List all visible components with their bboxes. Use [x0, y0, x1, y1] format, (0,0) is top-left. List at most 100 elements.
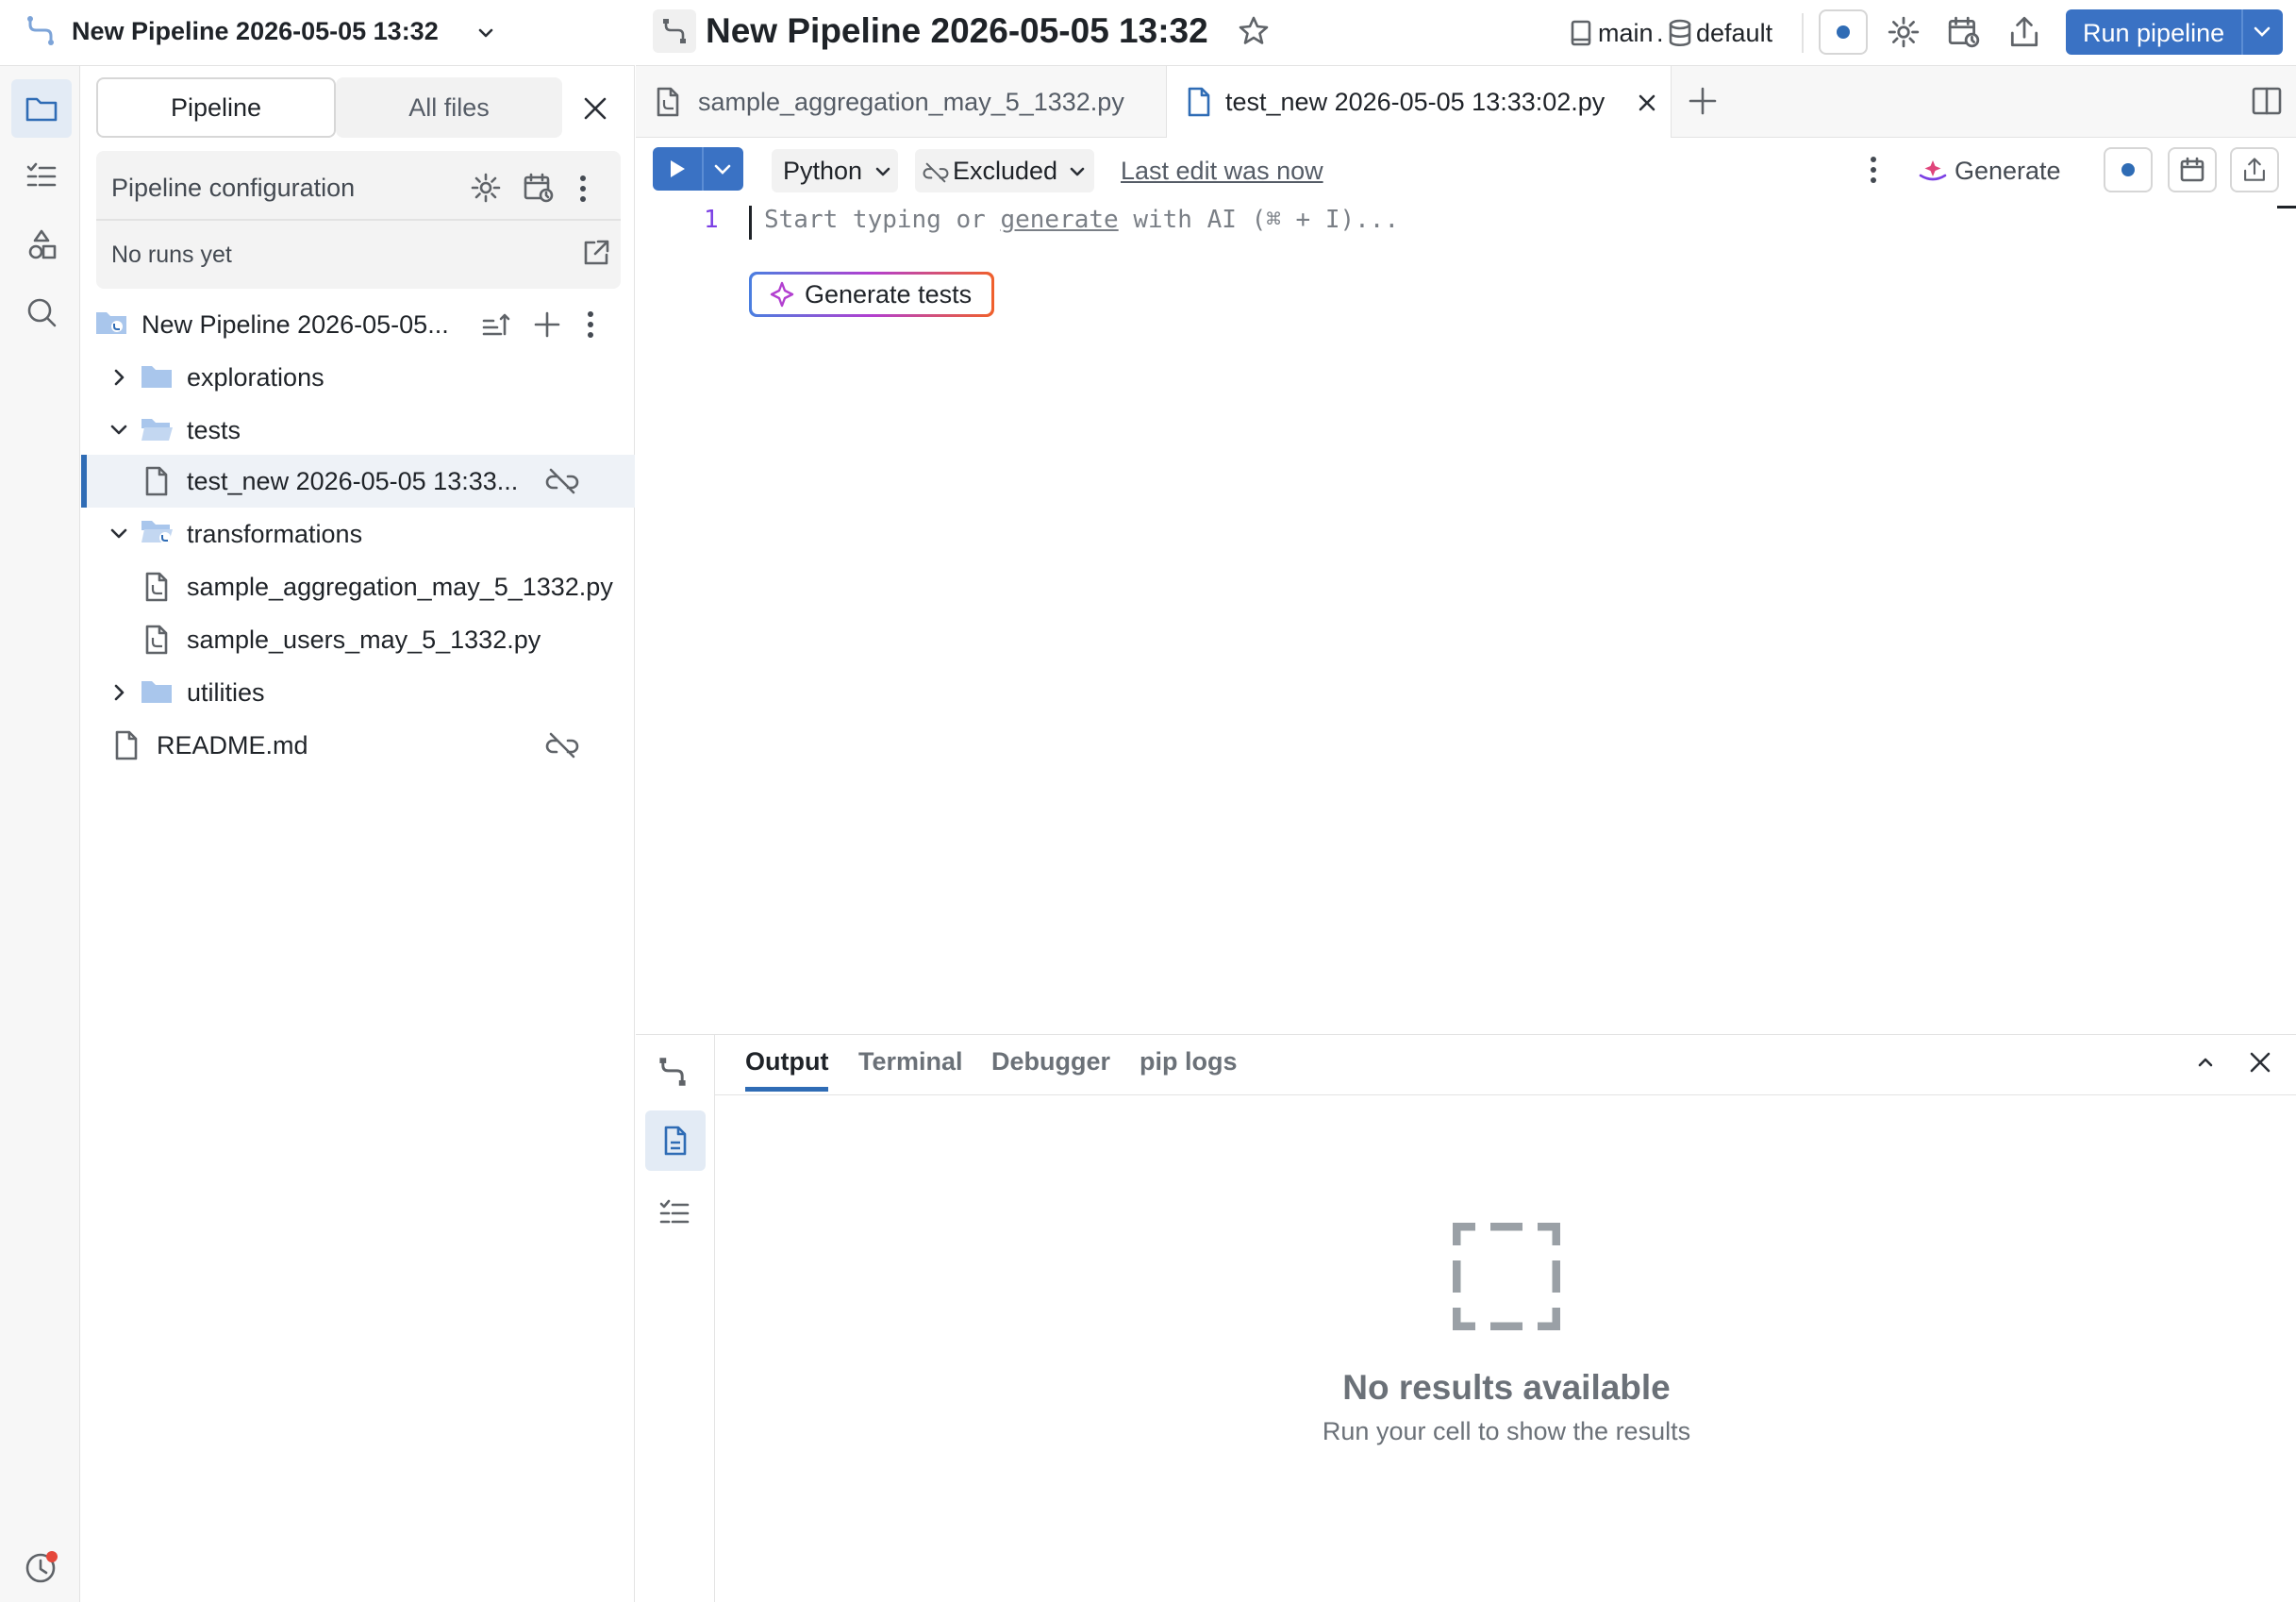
- tree-label: README.md: [157, 730, 308, 759]
- last-edit-link[interactable]: Last edit was now: [1121, 157, 1323, 186]
- chevron-down-icon[interactable]: [474, 21, 498, 45]
- tree-label: test_new 2026-05-05 13:33...: [187, 466, 519, 495]
- placeholder-start: Start typing or: [764, 206, 1001, 234]
- tab-sample-aggregation[interactable]: sample_aggregation_may_5_1332.py: [636, 66, 1166, 138]
- tab-debugger[interactable]: Debugger: [991, 1047, 1110, 1076]
- text-cursor: [749, 206, 752, 240]
- file-icon[interactable]: [645, 1110, 706, 1171]
- tree-label: transformations: [187, 519, 363, 548]
- tab-pipeline[interactable]: Pipeline: [96, 77, 336, 138]
- record-status-icon[interactable]: [1819, 9, 1868, 55]
- unlinked-icon[interactable]: [545, 468, 579, 494]
- empty-state-subtitle: Run your cell to show the results: [1322, 1417, 1691, 1445]
- line-number: 1: [704, 206, 719, 234]
- generate-tests-label: Generate tests: [805, 280, 973, 309]
- tree-label: utilities: [187, 677, 265, 707]
- generate-button[interactable]: Generate: [1917, 149, 2068, 192]
- empty-state-title: No results available: [1342, 1368, 1671, 1407]
- run-cell-button[interactable]: [653, 147, 743, 191]
- tab-test-new[interactable]: test_new 2026-05-05 13:33:02.py: [1166, 66, 1672, 139]
- star-icon[interactable]: [1238, 15, 1270, 47]
- pipeline-config-card: Pipeline configuration No runs yet: [96, 151, 621, 289]
- pipeline-file-icon: [143, 572, 172, 602]
- add-tab-icon[interactable]: [1687, 85, 1719, 117]
- divider: [715, 1094, 2296, 1095]
- run-pipeline-label: Run pipeline: [2083, 19, 2225, 47]
- close-icon[interactable]: [581, 94, 609, 123]
- schedule-icon[interactable]: [1947, 15, 1981, 49]
- history-icon[interactable]: [11, 1538, 72, 1596]
- tree-folder-transformations[interactable]: transformations: [81, 508, 635, 560]
- divider: [2241, 9, 2243, 55]
- tree-file-aggregation[interactable]: sample_aggregation_may_5_1332.py: [81, 560, 635, 613]
- file-explorer: Pipeline All files Pipeline configuratio…: [81, 66, 635, 1602]
- tree-root-pipeline[interactable]: New Pipeline 2026-05-05...: [81, 298, 635, 351]
- sort-icon[interactable]: [481, 311, 511, 340]
- close-icon[interactable]: [2247, 1049, 2273, 1076]
- add-icon[interactable]: [532, 309, 562, 340]
- tree-folder-tests[interactable]: tests: [81, 404, 635, 457]
- tree-label: explorations: [187, 362, 324, 392]
- folder-icon: [140, 677, 174, 706]
- tree-file-readme[interactable]: README.md: [81, 719, 635, 772]
- empty-state-icon: [1453, 1223, 1560, 1330]
- checklist-icon[interactable]: [11, 147, 72, 206]
- activity-rail: [0, 66, 80, 1602]
- placeholder-end: with AI (⌘ + I)...: [1118, 206, 1400, 234]
- more-vertical-icon[interactable]: [577, 174, 589, 204]
- branch-label[interactable]: main: [1598, 19, 1654, 48]
- share-icon[interactable]: [2230, 147, 2279, 192]
- unlinked-icon[interactable]: [545, 732, 579, 759]
- pipeline-name[interactable]: New Pipeline 2026-05-05 13:32: [72, 17, 439, 46]
- tree-folder-utilities[interactable]: utilities: [81, 666, 635, 719]
- tree-file-users[interactable]: sample_users_may_5_1332.py: [81, 613, 635, 666]
- divider: [96, 219, 621, 221]
- chevron-down-icon[interactable]: [2251, 21, 2273, 43]
- page-title[interactable]: New Pipeline 2026-05-05 13:32: [706, 11, 1208, 51]
- pipeline-graph-icon[interactable]: [657, 1056, 689, 1088]
- more-vertical-icon[interactable]: [1868, 155, 1879, 185]
- file-icon: [1186, 87, 1212, 117]
- external-link-icon[interactable]: [581, 238, 611, 268]
- tab-output[interactable]: Output: [745, 1047, 828, 1076]
- tree-file-test-new[interactable]: test_new 2026-05-05 13:33...: [81, 455, 635, 508]
- file-icon: [143, 466, 170, 496]
- schedule-icon[interactable]: [523, 172, 555, 204]
- share-icon[interactable]: [2007, 15, 2041, 49]
- tab-pip-logs[interactable]: pip logs: [1140, 1047, 1238, 1076]
- pipeline-icon: [25, 15, 57, 47]
- generate-tests-button[interactable]: Generate tests: [749, 272, 994, 317]
- search-icon[interactable]: [11, 283, 72, 342]
- chevron-up-icon[interactable]: [2194, 1051, 2217, 1074]
- checklist-icon[interactable]: [658, 1197, 690, 1229]
- editor-header: New Pipeline 2026-05-05 13:32 main . def…: [636, 0, 2296, 66]
- database-icon: [1668, 19, 1692, 47]
- shapes-icon[interactable]: [11, 215, 72, 274]
- tree-label: sample_aggregation_may_5_1332.py: [187, 572, 613, 601]
- code-editor[interactable]: 1 Start typing or generate with AI (⌘ + …: [636, 206, 2296, 1034]
- excluded-select[interactable]: Excluded: [915, 149, 1094, 192]
- close-icon[interactable]: [1637, 92, 1657, 113]
- run-pipeline-button[interactable]: Run pipeline: [2066, 9, 2283, 55]
- sparkle-icon: [769, 281, 795, 308]
- placeholder-generate-link[interactable]: generate: [1000, 206, 1118, 234]
- tab-terminal[interactable]: Terminal: [858, 1047, 963, 1076]
- tree-folder-explorations[interactable]: explorations: [81, 351, 635, 404]
- more-vertical-icon[interactable]: [585, 309, 596, 340]
- chevron-down-icon: [108, 523, 130, 545]
- tab-all-files[interactable]: All files: [336, 77, 562, 138]
- excluded-label: Excluded: [953, 156, 1058, 185]
- calendar-icon[interactable]: [2168, 147, 2217, 192]
- schema-label[interactable]: default: [1696, 19, 1772, 48]
- language-select[interactable]: Python: [772, 149, 898, 192]
- gear-icon[interactable]: [1887, 15, 1921, 49]
- ai-genie-icon: [1917, 157, 1949, 185]
- chevron-down-icon: [1068, 162, 1087, 181]
- record-status-icon[interactable]: [2104, 147, 2153, 192]
- folder-icon[interactable]: [11, 79, 72, 138]
- tree-root-label: New Pipeline 2026-05-05...: [141, 309, 449, 339]
- gear-icon[interactable]: [470, 172, 502, 204]
- split-view-icon[interactable]: [2251, 85, 2283, 117]
- chevron-down-icon[interactable]: [711, 159, 734, 181]
- pipeline-config-label[interactable]: Pipeline configuration: [111, 174, 355, 203]
